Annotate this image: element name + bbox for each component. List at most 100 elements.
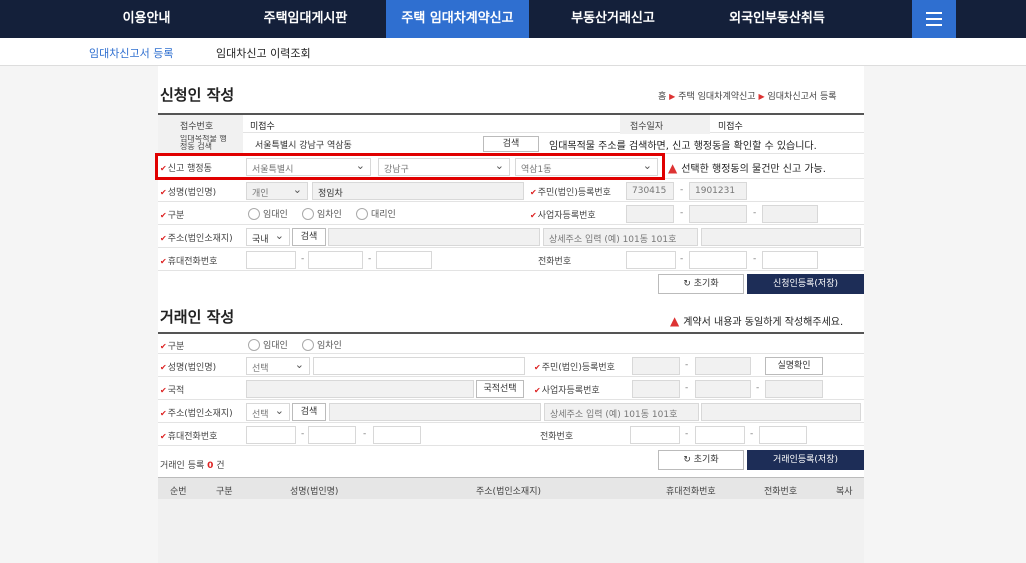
cp-type-lessee-radio[interactable]: 임차인 [302,338,342,351]
th-address: 주소(법인소재지) [476,487,541,497]
type-row: 구분 임대인 임차인 대리인 사업자등록번호 - - [158,203,864,225]
cp-biz-label: 사업자등록번호 [534,383,600,396]
cp-rrn-label: 주민(법인)등록번호 [534,360,615,373]
cp-save-button[interactable]: 거래인등록(저장) [747,450,864,470]
address-row: 주소(법인소재지) 국내 검색 상세주소 입력 (예) 101동 101호 [158,226,864,248]
mobile-input-3[interactable] [376,251,432,269]
cp-phone-input-1[interactable] [630,426,680,444]
biz-input-1[interactable] [626,205,674,223]
cp-nation-input[interactable] [246,380,474,398]
breadcrumb-arrow-icon: ▶ [758,92,765,101]
cp-table-header: 순번 구분 성명(법인명) 주소(법인소재지) 휴대전화번호 전화번호 복사 [158,477,864,499]
th-copy: 복사 [836,487,853,497]
cp-mobile-input-3[interactable] [373,426,421,444]
person-type-select[interactable]: 개인 [246,182,308,200]
breadcrumb-level2[interactable]: 임대차신고서 등록 [767,92,836,102]
warning-icon: ▲ [668,160,678,175]
name-input[interactable]: 정임차 [312,182,524,200]
cp-reset-button[interactable]: ↻ 초기화 [658,450,744,470]
cp-mobile-label: 휴대전화번호 [160,429,218,442]
rrn-back-input[interactable]: 1901231 [689,182,747,200]
address-label: 주소(법인소재지) [160,231,233,244]
type-lessee-radio[interactable]: 임차인 [302,207,342,220]
subnav-register[interactable]: 임대차신고서 등록 [89,45,173,61]
th-phone: 전화번호 [764,487,798,497]
cp-address-search-button[interactable]: 검색 [292,403,326,421]
applicant-reset-button[interactable]: ↻ 초기화 [658,274,744,294]
address-input[interactable] [328,228,540,246]
th-no: 순번 [170,487,187,497]
type-lessor-radio[interactable]: 임대인 [248,207,288,220]
biz-input-2[interactable] [689,205,747,223]
cp-phone-input-3[interactable] [759,426,807,444]
mobile-input-2[interactable] [308,251,363,269]
phone-label: 전화번호 [538,257,572,267]
mobile-label: 휴대전화번호 [160,254,218,267]
name-row: 성명(법인명) 개인 정임차 주민(법인)등록번호 730415 - 19012… [158,180,864,202]
cp-nation-button[interactable]: 국적선택 [476,380,524,398]
cp-nation-row: 국적 국적선택 사업자등록번호 - - [158,378,864,400]
cp-address-extra-input[interactable] [701,403,861,421]
phone-input-1[interactable] [626,251,676,269]
nav-item-realestate-report[interactable]: 부동산거래신고 [529,0,697,38]
nav-item-guide[interactable]: 이용안내 [0,0,225,38]
receipt-no-label: 접수번호 [180,122,214,132]
menu-icon[interactable] [912,0,956,38]
th-type: 구분 [216,487,233,497]
nav-item-board[interactable]: 주택임대게시판 [225,0,386,38]
nav-item-foreigner[interactable]: 외국인부동산취득 [697,0,857,38]
phone-input-3[interactable] [762,251,818,269]
reset-icon: ↻ [683,455,691,465]
breadcrumb-home[interactable]: 홈 [658,92,666,102]
cp-phone-input-2[interactable] [695,426,745,444]
cp-count-value: 0 [207,461,214,471]
cp-mobile-input-1[interactable] [246,426,296,444]
cp-type-lessor-radio[interactable]: 임대인 [248,338,288,351]
search-address-label: 임대목적물 행정동 검색 [180,135,227,151]
cp-count: 거래인 등록 0 건 [160,461,225,471]
breadcrumb-level1[interactable]: 주택 임대차계약신고 [678,92,755,102]
cp-biz-input-2[interactable] [695,380,751,398]
breadcrumb: 홈 ▶ 주택 임대차계약신고 ▶ 임대차신고서 등록 [658,89,837,102]
rrn-label: 주민(법인)등록번호 [530,185,611,198]
biz-label: 사업자등록번호 [530,208,596,221]
counterparty-warning: ▲ 계약서 내용과 동일하게 작성해주세요. [670,313,844,329]
cp-address-input[interactable] [329,403,541,421]
name-label: 성명(법인명) [160,185,216,198]
admin-warning-text: 선택한 행정동의 물건만 신고 가능. [681,164,826,175]
cp-address-detail-input[interactable]: 상세주소 입력 (예) 101동 101호 [544,403,699,421]
cp-address-country-select[interactable]: 선택 [246,403,290,421]
phone-input-2[interactable] [689,251,747,269]
highlight-box [155,153,665,180]
cp-name-row: 성명(법인명) 선택 주민(법인)등록번호 - 실명확인 [158,355,864,377]
address-search-button-2[interactable]: 검색 [292,228,326,246]
address-extra-input[interactable] [701,228,861,246]
cp-biz-input-1[interactable] [632,380,680,398]
address-country-select[interactable]: 국내 [246,228,290,246]
cp-verify-button[interactable]: 실명확인 [765,357,823,375]
th-mobile: 휴대전화번호 [666,487,716,497]
mobile-input-1[interactable] [246,251,296,269]
nav-item-lease-report[interactable]: 주택 임대차계약신고 [386,0,529,38]
rrn-front-input[interactable]: 730415 [626,182,674,200]
address-detail-input[interactable]: 상세주소 입력 (예) 101동 101호 [543,228,698,246]
search-notice: 임대목적물 주소를 검색하면, 신고 행정동을 확인할 수 있습니다. [549,141,817,152]
cp-mobile-input-2[interactable] [308,426,356,444]
subnav-history[interactable]: 임대차신고 이력조회 [216,45,311,61]
reset-icon: ↻ [683,279,691,289]
receipt-date-label: 접수일자 [630,122,664,132]
cp-rrn-back-input[interactable] [695,357,751,375]
cp-name-input[interactable] [313,357,525,375]
cp-rrn-front-input[interactable] [632,357,680,375]
applicant-title: 신청인 작성 [160,86,235,104]
applicant-save-button[interactable]: 신청인등록(저장) [747,274,864,294]
biz-input-3[interactable] [762,205,818,223]
form-panel: 신청인 작성 홈 ▶ 주택 임대차계약신고 ▶ 임대차신고서 등록 접수번호 미… [158,66,864,563]
cp-biz-input-3[interactable] [765,380,823,398]
cp-person-type-select[interactable]: 선택 [246,357,310,375]
top-nav: 이용안내 주택임대게시판 주택 임대차계약신고 부동산거래신고 외국인부동산취득 [0,0,1026,38]
type-agent-radio[interactable]: 대리인 [356,207,396,220]
counterparty-warning-text: 계약서 내용과 동일하게 작성해주세요. [683,317,844,328]
address-search-button[interactable]: 검색 [483,136,539,152]
cp-type-label: 구분 [160,339,185,352]
